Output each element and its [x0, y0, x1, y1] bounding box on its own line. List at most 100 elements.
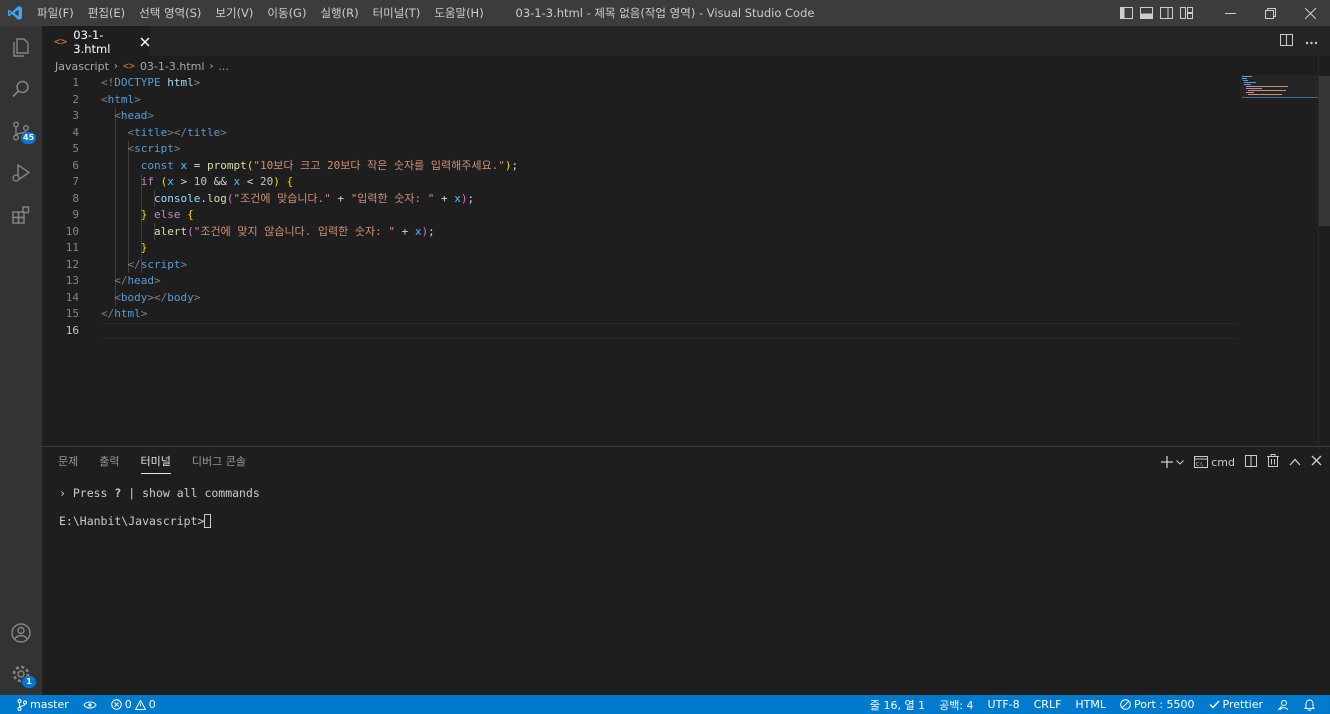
cursor-position[interactable]: 줄 16, 열 1	[863, 695, 932, 714]
code-content: <!DOCTYPE html> <html> <head> <title></t…	[101, 75, 1236, 339]
hint-key: ?	[114, 486, 122, 500]
line-number: 4	[72, 125, 79, 139]
tab-debug-console[interactable]: 디버그 콘솔	[192, 447, 246, 477]
split-terminal-icon[interactable]	[1245, 454, 1257, 470]
html-file-icon: <>	[54, 35, 68, 48]
code-line: <script>	[127, 142, 181, 155]
code-editor[interactable]: 1 2 3 4 5 6 7 8 9 10 11 12 13 14 15 16 <…	[42, 75, 1318, 445]
breadcrumb-folder[interactable]: Javascript	[55, 60, 109, 73]
encoding-status[interactable]: UTF-8	[981, 695, 1027, 714]
editor-tab-bar: <> 03-1-3.html	[42, 26, 1330, 56]
restore-button[interactable]	[1250, 0, 1290, 26]
terminal-output[interactable]: › Press ? | show all commands E:\Hanbit\…	[59, 485, 260, 529]
menu-view[interactable]: 보기(V)	[208, 0, 260, 26]
line-number: 6	[72, 158, 79, 172]
close-window-button[interactable]	[1290, 0, 1330, 26]
close-panel-icon[interactable]	[1311, 455, 1322, 469]
menu-run[interactable]: 실행(R)	[313, 0, 365, 26]
menu-terminal[interactable]: 터미널(T)	[366, 0, 428, 26]
menu-bar: 파일(F) 편집(E) 선택 영역(S) 보기(V) 이동(G) 실행(R) 터…	[30, 0, 491, 26]
git-branch-icon	[17, 698, 27, 711]
code-line-current	[101, 322, 1236, 339]
prettier-status[interactable]: Prettier	[1202, 695, 1270, 714]
tab-output[interactable]: 출력	[99, 447, 119, 477]
problems-status[interactable]: 0 0	[104, 695, 163, 714]
status-bar: master 0 0 줄 16, 열 1 공백: 4 UTF-8 CRLF HT…	[0, 695, 1330, 714]
menu-help[interactable]: 도움말(H)	[427, 0, 490, 26]
code-line: const x = prompt("10보다 크고 20보다 작은 숫자를 입력…	[140, 158, 519, 172]
code-line: </html>	[101, 307, 148, 320]
source-control-icon[interactable]: 45	[0, 110, 42, 152]
branch-status[interactable]: master	[10, 695, 76, 714]
title-controls	[1116, 0, 1330, 26]
tab-problems[interactable]: 문제	[58, 447, 78, 477]
vscode-logo-icon[interactable]	[0, 0, 30, 26]
panel-tabs: 문제 출력 터미널 디버그 콘솔	[58, 447, 267, 477]
account-icon[interactable]	[0, 612, 42, 654]
check-icon	[1209, 700, 1220, 709]
kill-terminal-icon[interactable]	[1267, 454, 1279, 470]
live-share-icon	[83, 701, 97, 708]
code-line: if (x > 10 && x < 20) {	[140, 175, 294, 188]
explorer-icon[interactable]	[0, 26, 42, 68]
language-mode[interactable]: HTML	[1068, 695, 1113, 714]
toggle-secondary-sidebar-icon[interactable]	[1156, 0, 1176, 26]
code-line: <body></body>	[114, 290, 201, 304]
code-line: </head>	[114, 274, 161, 287]
sync-status[interactable]	[76, 695, 104, 714]
feedback-icon[interactable]	[1270, 695, 1297, 714]
branch-name: master	[30, 698, 69, 711]
line-number: 14	[65, 290, 79, 304]
settings-gear-icon[interactable]: 1	[0, 653, 42, 695]
editor-scrollbar-thumb[interactable]	[1319, 76, 1330, 226]
toggle-primary-sidebar-icon[interactable]	[1116, 0, 1136, 26]
tab-actions	[1280, 26, 1318, 56]
new-terminal-icon[interactable]	[1161, 456, 1185, 468]
toggle-panel-icon[interactable]	[1136, 0, 1156, 26]
terminal-cmd-icon: C:\	[1194, 456, 1209, 468]
code-line: console.log("조건에 맞습니다." + "입력한 숫자: " + x…	[153, 191, 475, 205]
line-number: 2	[72, 92, 79, 106]
maximize-panel-icon[interactable]	[1289, 455, 1301, 469]
extensions-icon[interactable]	[0, 194, 42, 236]
chevron-down-icon[interactable]	[1176, 459, 1185, 465]
tab-terminal[interactable]: 터미널	[140, 447, 172, 477]
settings-badge: 1	[22, 676, 36, 688]
block-icon	[1120, 699, 1131, 710]
live-server-port[interactable]: Port : 5500	[1113, 695, 1202, 714]
breadcrumb-file[interactable]: 03-1-3.html	[140, 60, 205, 73]
error-icon	[110, 699, 122, 710]
terminal-blank	[59, 501, 260, 513]
code-line: }	[140, 241, 148, 254]
tab-label: 03-1-3.html	[73, 27, 111, 56]
line-number-active: 16	[65, 323, 79, 337]
source-control-badge: 45	[21, 132, 37, 144]
menu-edit[interactable]: 편집(E)	[81, 0, 132, 26]
line-number: 9	[72, 208, 79, 221]
menu-selection[interactable]: 선택 영역(S)	[132, 0, 208, 26]
customize-layout-icon[interactable]	[1176, 0, 1196, 26]
search-icon[interactable]	[0, 68, 42, 110]
indentation-status[interactable]: 공백: 4	[932, 695, 980, 714]
terminal-profile[interactable]: C:\ cmd	[1194, 456, 1235, 469]
editor-tab-03-1-3[interactable]: <> 03-1-3.html	[42, 26, 150, 56]
split-editor-icon[interactable]	[1280, 33, 1293, 49]
run-debug-icon[interactable]	[0, 152, 42, 194]
more-actions-icon[interactable]	[1305, 34, 1318, 48]
breadcrumb-more[interactable]: ...	[218, 60, 229, 73]
line-number: 1	[72, 76, 79, 89]
chevron-right-icon: ›	[113, 60, 118, 72]
line-number: 7	[72, 175, 79, 188]
notifications-bell-icon[interactable]	[1297, 695, 1322, 714]
code-line: alert("조건에 맞지 않습니다. 입력한 숫자: " + x);	[153, 224, 435, 238]
line-number: 5	[72, 142, 79, 155]
minimap[interactable]	[1240, 75, 1318, 99]
close-tab-icon[interactable]	[140, 36, 150, 48]
code-line: </script>	[127, 257, 188, 271]
menu-file[interactable]: 파일(F)	[30, 0, 81, 26]
port-label: Port : 5500	[1134, 698, 1195, 711]
minimize-button[interactable]	[1210, 0, 1250, 26]
eol-status[interactable]: CRLF	[1027, 695, 1069, 714]
menu-go[interactable]: 이동(G)	[260, 0, 313, 26]
prettier-label: Prettier	[1222, 698, 1263, 711]
